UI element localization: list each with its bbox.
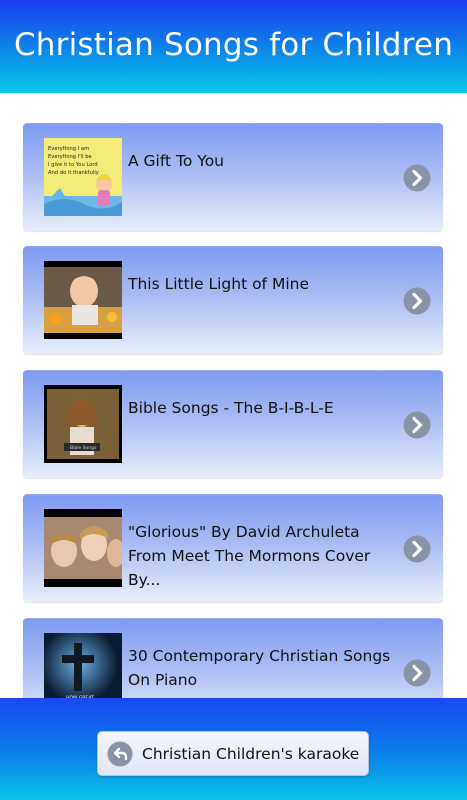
app-title: Christian Songs for Children (13, 26, 454, 63)
svg-text:Everything I'll be: Everything I'll be (48, 154, 92, 160)
chevron-right-icon[interactable] (403, 411, 431, 439)
song-item-4[interactable]: "Glorious" By David Archuleta From Meet … (23, 494, 443, 602)
song-thumbnail (44, 509, 122, 587)
song-title: A Gift To You (128, 152, 224, 170)
song-item-5[interactable]: HOW GREAT IS OUR GOD 30 Contemporary Chr… (23, 618, 443, 698)
chevron-right-icon[interactable] (403, 535, 431, 563)
song-title: This Little Light of Mine (128, 275, 309, 293)
song-thumbnail: Bible Songs (44, 385, 122, 463)
song-thumbnail: Everything I am Everything I'll be I giv… (44, 138, 122, 216)
song-item-1[interactable]: Everything I am Everything I'll be I giv… (23, 123, 443, 231)
footer-bar: Christian Children's karaoke (0, 698, 467, 800)
chevron-right-icon[interactable] (403, 164, 431, 192)
app-header: Christian Songs for Children (0, 0, 467, 93)
svg-text:I give it to You Lord: I give it to You Lord (48, 162, 98, 168)
song-list[interactable]: Everything I am Everything I'll be I giv… (0, 93, 467, 698)
song-item-3[interactable]: Bible Songs Bible Songs - The B-I-B-L-E (23, 370, 443, 478)
chevron-right-icon[interactable] (403, 659, 431, 687)
karaoke-button[interactable]: Christian Children's karaoke (97, 731, 369, 776)
song-title: "Glorious" By David Archuleta From Meet … (128, 523, 371, 589)
back-arrow-icon (107, 741, 133, 766)
song-item-2[interactable]: This Little Light of Mine (23, 246, 443, 354)
karaoke-button-label: Christian Children's karaoke (142, 744, 360, 763)
song-thumbnail (44, 261, 122, 339)
song-title: 30 Contemporary Christian Songs On Piano (128, 647, 391, 689)
svg-text:Bible Songs: Bible Songs (70, 445, 97, 451)
chevron-right-icon[interactable] (403, 287, 431, 315)
song-title: Bible Songs - The B-I-B-L-E (128, 399, 334, 417)
svg-text:And do it thankfully: And do it thankfully (48, 170, 99, 176)
svg-text:Everything I am: Everything I am (48, 146, 89, 152)
song-thumbnail: HOW GREAT IS OUR GOD (44, 633, 122, 698)
